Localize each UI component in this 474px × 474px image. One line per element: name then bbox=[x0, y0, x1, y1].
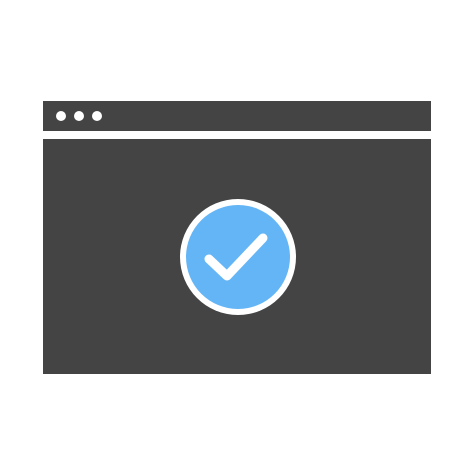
window-dot-icon bbox=[92, 111, 102, 121]
window-dot-icon bbox=[56, 111, 66, 121]
browser-title-bar bbox=[43, 101, 431, 131]
badge-fill bbox=[186, 205, 290, 309]
checkmark-circle-icon bbox=[180, 199, 296, 315]
window-dot-icon bbox=[74, 111, 84, 121]
browser-window-verified-icon bbox=[0, 0, 474, 474]
